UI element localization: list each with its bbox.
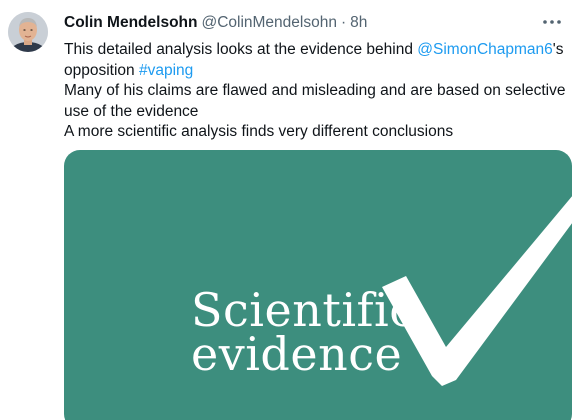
author-handle[interactable]: @ColinMendelsohn [201,14,337,31]
tweet[interactable]: Colin Mendelsohn @ColinMendelsohn · 8h This… [0,0,576,420]
tweet-text-segment: opposition [64,61,139,79]
tweet-text-line: Many of his claims are flawed and mislea… [64,82,566,100]
media-caption-line: evidence [191,327,403,381]
tweet-media-image[interactable]: Scientific evidence [64,150,572,420]
author-display-name[interactable]: Colin Mendelsohn [64,14,197,31]
tweet-text-segment: 's [552,41,564,58]
mention-link[interactable]: @SimonChapman6 [417,41,553,58]
header-separator: · [340,14,347,31]
tweet-text: This detailed analysis looks at the evid… [64,40,566,143]
tweet-header: Colin Mendelsohn @ColinMendelsohn · 8h [64,13,367,33]
tweet-text-segment: This detailed analysis looks at the evid… [64,41,418,58]
tweet-text-line: This detailed analysis looks at the evid… [64,40,564,61]
tweet-text-line: A more scientific analysis finds very di… [64,123,454,141]
avatar[interactable] [8,12,48,52]
media-caption-line: Scientific [191,283,416,337]
hashtag-link[interactable]: #vaping [139,62,193,79]
tweet-timestamp[interactable]: 8h [350,14,367,31]
tweet-text-line: opposition #vaping [64,61,564,82]
more-horizontal-icon[interactable] [538,10,566,34]
media-caption: Scientific evidence [191,283,416,381]
tweet-text-line: use of the evidence [64,102,199,120]
